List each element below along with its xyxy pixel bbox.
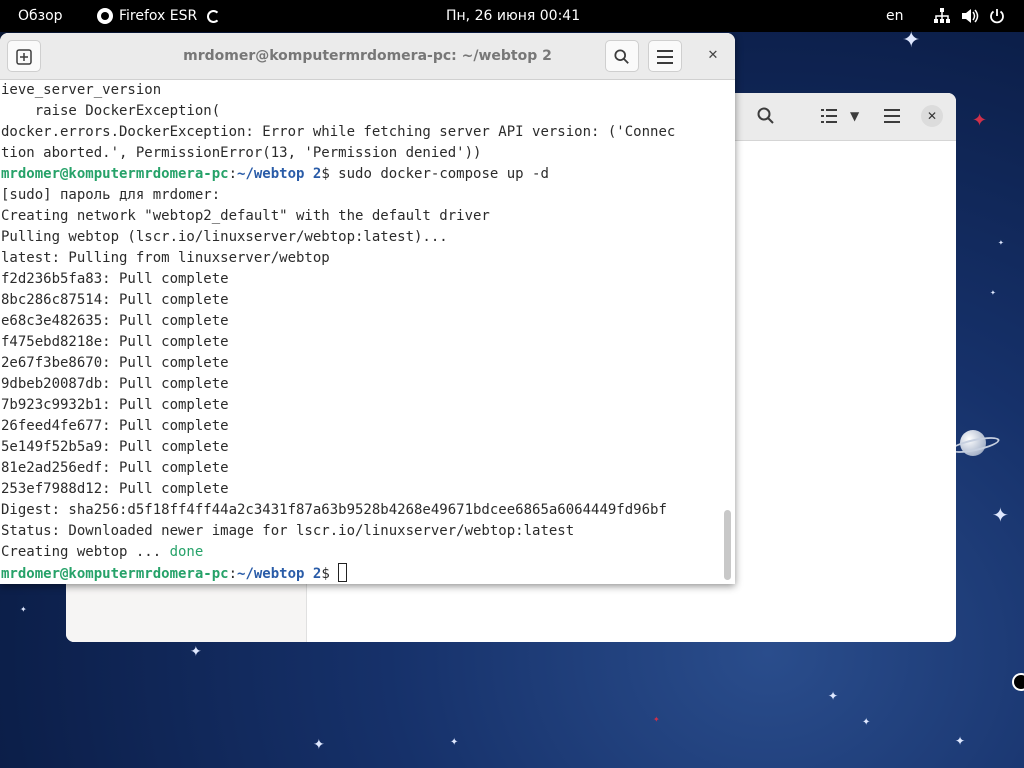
top-bar: Обзор Firefox ESR Пн, 26 июня 00:41 en (0, 0, 1024, 32)
output-line: Creating network "webtop2_default" with … (1, 208, 490, 224)
app-name-label: Firefox ESR (119, 8, 198, 24)
prompt-user: mrdomer@komputermrdomera-pc (1, 166, 229, 182)
star-decoration: ✦ (828, 689, 839, 703)
star-decoration: ✦ (992, 503, 1009, 527)
power-icon (990, 9, 1004, 24)
output-line: Status: Downloaded newer image for lscr.… (1, 523, 575, 539)
close-button[interactable]: ✕ (702, 45, 724, 67)
keyboard-layout-indicator[interactable]: en (886, 0, 904, 32)
new-tab-icon (16, 48, 32, 65)
done-status: done (169, 544, 204, 560)
search-icon (614, 48, 629, 64)
command-text: sudo docker-compose up -d (329, 166, 549, 182)
output-text: Creating webtop ... (1, 544, 170, 560)
star-decoration: ✦ (862, 717, 871, 728)
output-line: Creating webtop ... done (1, 542, 723, 563)
edge-indicator-icon (1012, 673, 1024, 691)
star-decoration: ✦ (190, 644, 202, 660)
activities-overview-button[interactable]: Обзор (18, 0, 63, 32)
output-line: 26feed4fe677: Pull complete (1, 418, 229, 434)
app-menu-button[interactable]: Firefox ESR (97, 0, 221, 32)
menu-icon[interactable] (884, 93, 900, 140)
star-decoration: ✦ (955, 734, 966, 748)
output-line: e68c3e482635: Pull complete (1, 313, 229, 329)
prompt-line: mrdomer@komputermrdomera-pc:~/webtop 2$ … (1, 166, 549, 182)
loading-spinner-icon (207, 9, 221, 23)
close-icon: ✕ (707, 48, 719, 63)
search-icon[interactable] (757, 93, 775, 140)
terminal-header-bar: mrdomer@komputermrdomera-pc: ~/webtop 2 … (0, 33, 735, 80)
output-line: f2d236b5fa83: Pull complete (1, 271, 229, 287)
output-line: ieve_server_version (1, 82, 162, 98)
star-decoration: ✦ (653, 715, 660, 724)
window-title: mrdomer@komputermrdomera-pc: ~/webtop 2 (183, 48, 552, 64)
output-line: 5e149f52b5a9: Pull complete (1, 439, 229, 455)
hamburger-menu-icon (657, 49, 673, 64)
volume-icon (962, 9, 979, 23)
terminal-output[interactable]: ieve_server_version raise DockerExceptio… (1, 80, 723, 584)
prompt-path: ~/webtop 2 (237, 566, 322, 582)
prompt-line: mrdomer@komputermrdomera-pc:~/webtop 2$ (1, 563, 723, 584)
text-cursor (338, 563, 348, 582)
view-options-chevron-down-icon[interactable]: ▼ (850, 93, 859, 140)
new-tab-button[interactable] (7, 40, 41, 72)
output-line: raise DockerException( (1, 103, 221, 119)
output-line: 8bc286c87514: Pull complete (1, 292, 229, 308)
star-decoration: ✦ (313, 737, 325, 753)
output-line: tion aborted.', PermissionError(13, 'Per… (1, 145, 482, 161)
star-decoration: ✦ (972, 110, 988, 131)
system-status-area[interactable] (933, 0, 1005, 32)
search-button[interactable] (605, 40, 639, 72)
output-line: [sudo] пароль для mrdomer: (1, 187, 221, 203)
output-line: 2e67f3be8670: Pull complete (1, 355, 229, 371)
list-view-icon[interactable] (821, 93, 837, 140)
output-line: latest: Pulling from linuxserver/webtop (1, 250, 330, 266)
clock[interactable]: Пн, 26 июня 00:41 (446, 0, 580, 32)
output-line: 7b923c9932b1: Pull complete (1, 397, 229, 413)
star-decoration: ✦ (450, 737, 459, 748)
output-line: 253ef7988d12: Pull complete (1, 481, 229, 497)
star-decoration: ✦ (20, 605, 27, 614)
scrollbar[interactable] (724, 510, 731, 580)
network-icon (934, 8, 950, 23)
menu-button[interactable] (648, 40, 682, 72)
star-decoration: ✦ (990, 289, 996, 297)
output-line: 9dbeb20087db: Pull complete (1, 376, 229, 392)
output-line: Pulling webtop (lscr.io/linuxserver/webt… (1, 229, 448, 245)
terminal-window[interactable]: mrdomer@komputermrdomera-pc: ~/webtop 2 … (0, 33, 735, 584)
firefox-icon (97, 8, 113, 24)
star-decoration: ✦ (998, 239, 1004, 247)
output-line: f475ebd8218e: Pull complete (1, 334, 229, 350)
prompt-path: ~/webtop 2 (237, 166, 322, 182)
output-line: docker.errors.DockerException: Error whi… (1, 124, 676, 140)
output-line: 81e2ad256edf: Pull complete (1, 460, 229, 476)
planet-decoration (960, 430, 986, 456)
prompt-user: mrdomer@komputermrdomera-pc (1, 566, 229, 582)
star-decoration: ✦ (902, 28, 921, 53)
output-line: Digest: sha256:d5f18ff4ff44a2c3431f87a63… (1, 502, 667, 518)
prompt-suffix: $ (321, 566, 330, 582)
prompt-suffix: $ (321, 166, 330, 182)
close-icon[interactable]: ✕ (921, 105, 943, 127)
